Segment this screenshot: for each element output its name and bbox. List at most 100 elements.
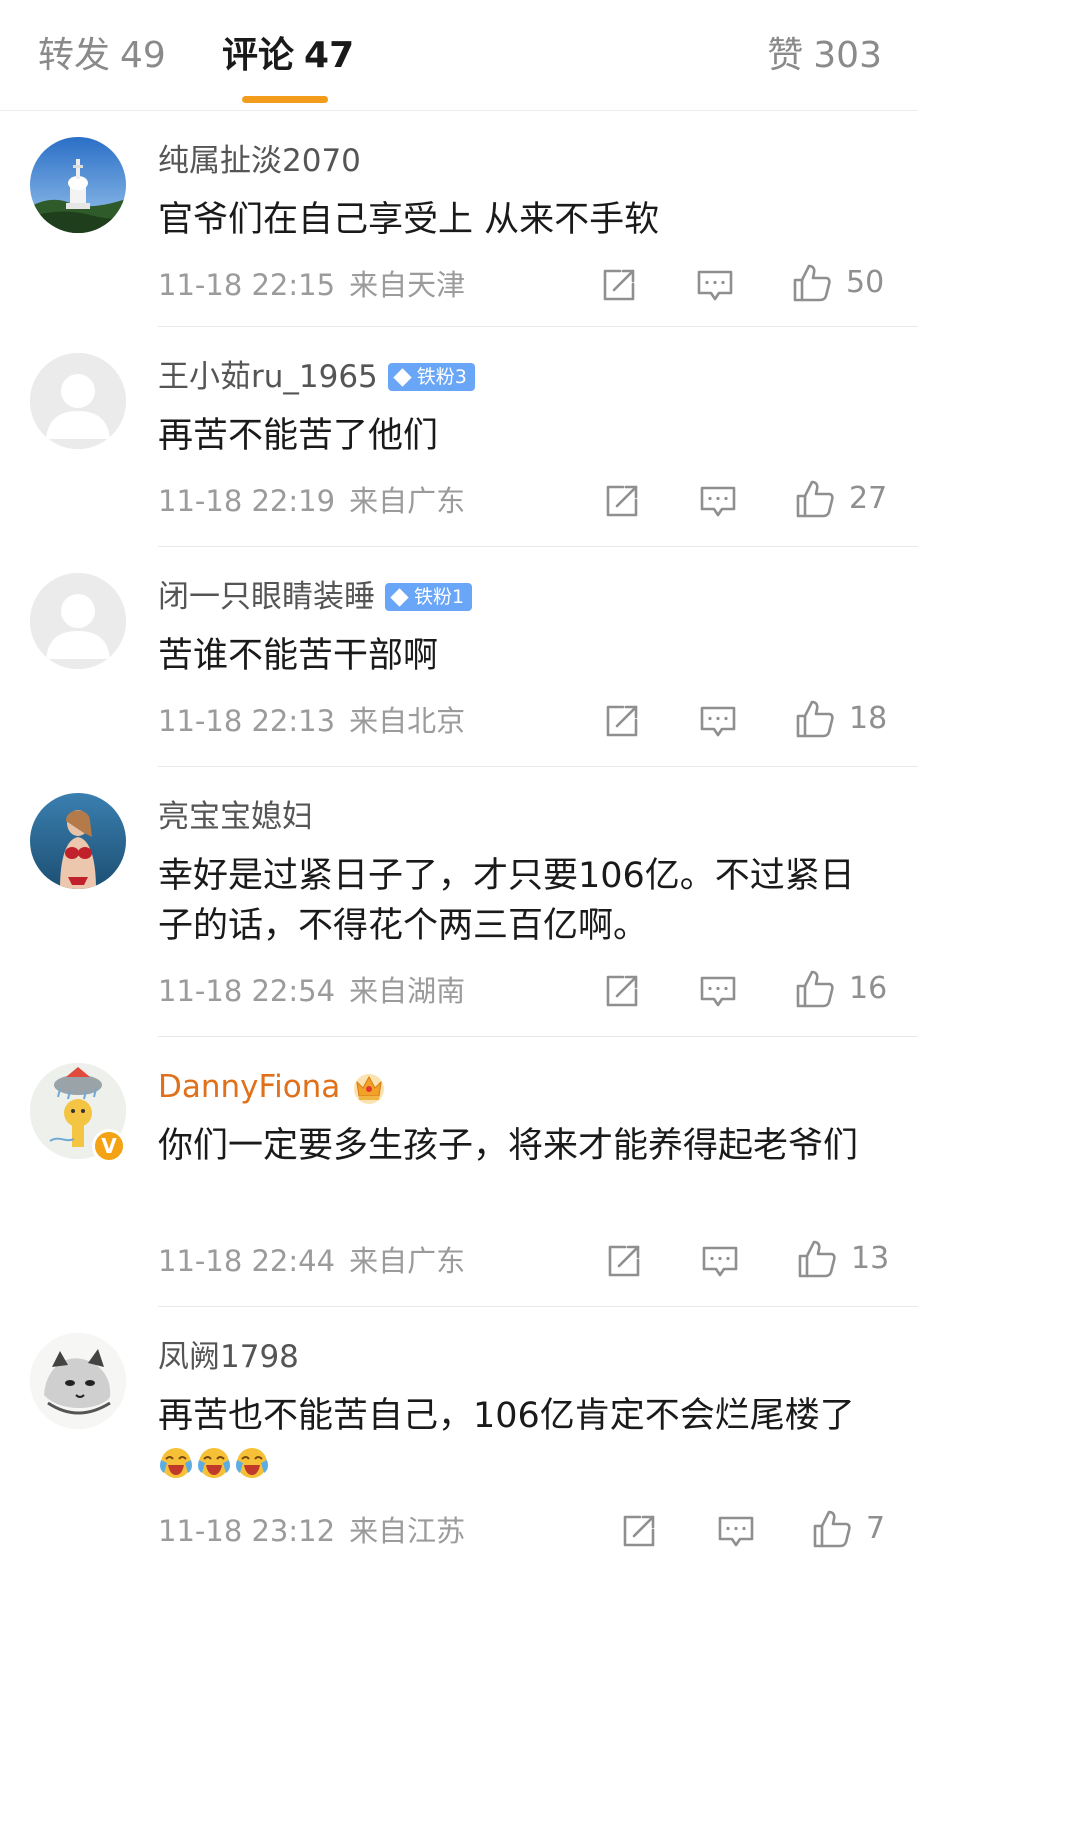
- comment-icon: [700, 706, 736, 737]
- share-button[interactable]: [603, 971, 641, 1011]
- comment-time: 11-18 22:13: [158, 704, 336, 738]
- tab-repost-count: 49: [120, 35, 166, 76]
- comment-meta: 11-18 22:15 来自天津: [158, 267, 465, 303]
- comment-time: 11-18 22:44: [158, 1244, 336, 1278]
- like-button[interactable]: 13: [797, 1239, 889, 1279]
- comment-time: 11-18 22:19: [158, 484, 336, 518]
- username[interactable]: 纯属扯淡2070: [158, 141, 361, 181]
- comment-item: V DannyFiona 你们一定要多生孩子，将来才能养得起老爷们 11-18 …: [0, 1037, 918, 1307]
- comment-text: 苦谁不能苦干部啊: [158, 636, 439, 676]
- like-button[interactable]: 18: [795, 699, 887, 739]
- fan-badge: 铁粉3: [387, 363, 475, 391]
- tab-comments-label: 评论: [222, 35, 295, 76]
- share-icon: [603, 269, 635, 301]
- comment-tabs: 转发 49 评论 47 赞 303: [0, 0, 918, 111]
- thumbs-up-icon: [796, 480, 834, 518]
- crying-laughing-emoji-icon: [198, 1448, 230, 1478]
- fan-badge: 铁粉1: [385, 583, 473, 611]
- avatar[interactable]: [30, 353, 126, 449]
- comment-icon: [702, 1246, 738, 1277]
- diamond-icon: [390, 587, 409, 607]
- comment-time: 11-18 22:54: [158, 974, 336, 1008]
- comment-icon: [697, 270, 733, 301]
- thumbs-up-icon: [796, 700, 834, 738]
- like-count: 50: [846, 265, 885, 300]
- fan-badge-label: 铁粉3: [416, 366, 467, 388]
- thumbs-up-icon: [813, 1510, 851, 1548]
- avatar[interactable]: [30, 573, 126, 669]
- comment-text: 官爷们在自己享受上 从来不手软: [158, 200, 660, 240]
- comment-text-body: 再苦也不能苦自己，106亿肯定不会烂尾楼了: [158, 1396, 855, 1436]
- diamond-icon: [393, 367, 412, 387]
- default-avatar-icon: [30, 573, 126, 669]
- like-count: 27: [849, 481, 888, 516]
- tab-likes-count: 303: [813, 35, 882, 76]
- like-button[interactable]: 7: [812, 1509, 885, 1549]
- share-button[interactable]: [605, 1241, 643, 1281]
- avatar[interactable]: [30, 137, 126, 233]
- share-icon: [606, 705, 638, 737]
- crown-icon: [354, 1074, 385, 1104]
- comment-location: 来自广东: [349, 484, 466, 518]
- tab-likes-label: 赞: [767, 35, 804, 76]
- comment-text: 幸好是过紧日子了，才只要106亿。不过紧日子的话，不得花个两三百亿啊。: [158, 856, 855, 946]
- like-count: 13: [851, 1241, 890, 1276]
- username[interactable]: 王小茹ru_1965: [158, 357, 378, 397]
- reply-button[interactable]: [699, 481, 737, 521]
- comment-icon: [700, 976, 736, 1007]
- share-button[interactable]: [603, 701, 641, 741]
- comment-text: 再苦也不能苦自己，106亿肯定不会烂尾楼了: [158, 1391, 882, 1491]
- comment-text: 你们一定要多生孩子，将来才能养得起老爷们: [158, 1126, 859, 1166]
- share-icon: [606, 485, 638, 517]
- fan-badge-label: 铁粉1: [414, 586, 465, 608]
- comment-location: 来自天津: [349, 268, 466, 302]
- username[interactable]: DannyFiona: [158, 1067, 340, 1107]
- reply-button[interactable]: [699, 701, 737, 741]
- username[interactable]: 亮宝宝媳妇: [158, 797, 313, 837]
- tab-comments-count: 47: [304, 35, 355, 76]
- comment-item: 闭一只眼睛装睡 铁粉1 苦谁不能苦干部啊 11-18 22:13 来自北京 18: [0, 547, 918, 767]
- share-button[interactable]: [600, 265, 638, 305]
- reply-button[interactable]: [717, 1511, 755, 1551]
- share-icon: [606, 975, 638, 1007]
- like-button[interactable]: 27: [795, 479, 887, 519]
- share-button[interactable]: [603, 481, 641, 521]
- comment-meta: 11-18 23:12 来自江苏: [158, 1513, 465, 1549]
- share-icon: [608, 1245, 640, 1277]
- like-count: 16: [849, 971, 888, 1006]
- active-tab-indicator: [242, 96, 328, 103]
- username[interactable]: 凤阙1798: [158, 1337, 299, 1377]
- comment-item: 王小茹ru_1965 铁粉3 再苦不能苦了他们 11-18 22:19 来自广东 …: [0, 327, 918, 547]
- reply-button[interactable]: [701, 1241, 739, 1281]
- verified-badge-icon: V: [92, 1129, 126, 1163]
- comment-list: 纯属扯淡2070 官爷们在自己享受上 从来不手软 11-18 22:15 来自天津…: [0, 111, 918, 1569]
- reply-button[interactable]: [699, 971, 737, 1011]
- crying-laughing-emoji-icon: [160, 1448, 192, 1478]
- share-button[interactable]: [620, 1511, 658, 1551]
- tab-likes[interactable]: 赞 303: [767, 34, 882, 78]
- tab-repost[interactable]: 转发 49: [38, 34, 166, 78]
- like-button[interactable]: 16: [795, 969, 887, 1009]
- like-button[interactable]: 50: [792, 263, 884, 303]
- comment-item: 亮宝宝媳妇 幸好是过紧日子了，才只要106亿。不过紧日子的话，不得花个两三百亿啊…: [0, 767, 918, 1037]
- like-count: 18: [849, 701, 888, 736]
- comment-location: 来自北京: [349, 704, 466, 738]
- tab-comments[interactable]: 评论 47: [222, 34, 354, 78]
- reply-button[interactable]: [696, 265, 734, 305]
- comment-location: 来自江苏: [349, 1514, 466, 1548]
- thumbs-up-icon: [793, 264, 831, 302]
- avatar[interactable]: [30, 793, 126, 889]
- like-count: 7: [866, 1511, 886, 1546]
- comment-icon: [718, 1516, 754, 1547]
- comment-icon: [700, 486, 736, 517]
- comment-meta: 11-18 22:19 来自广东: [158, 483, 465, 519]
- username[interactable]: 闭一只眼睛装睡: [158, 577, 375, 617]
- comment-meta: 11-18 22:13 来自北京: [158, 703, 465, 739]
- comment-text: 再苦不能苦了他们: [158, 416, 439, 456]
- share-icon: [623, 1515, 655, 1547]
- avatar[interactable]: [30, 1333, 126, 1429]
- thumbs-up-icon: [798, 1240, 836, 1278]
- comment-location: 来自广东: [349, 1244, 466, 1278]
- comment-meta: 11-18 22:44 来自广东: [158, 1243, 465, 1279]
- tab-repost-label: 转发: [38, 35, 111, 76]
